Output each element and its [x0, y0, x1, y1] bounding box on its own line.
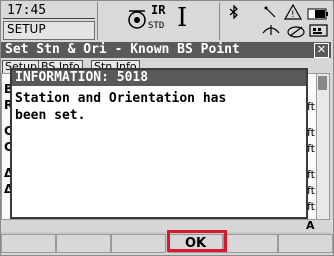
warning-icon: !	[283, 3, 303, 24]
form-unit: ft	[307, 184, 315, 197]
std-label: STD	[148, 21, 165, 31]
mode-indicator: SETUP	[3, 21, 95, 40]
status-divider	[219, 2, 220, 40]
signal-icon	[261, 21, 281, 41]
window-title-bar: Set Stn & Ori - Known BS Point ✕	[1, 42, 331, 58]
clock-underline	[3, 18, 95, 19]
form-unit: ft	[307, 142, 315, 155]
close-button[interactable]: ✕	[314, 43, 329, 58]
keyboard-icon	[309, 23, 329, 42]
softkey-f5[interactable]	[223, 234, 278, 253]
form-unit: ft	[307, 100, 315, 113]
mode-label: SETUP	[7, 22, 46, 36]
form-unit: ft	[307, 126, 315, 139]
form-unit: ft	[307, 168, 315, 181]
svg-text:!: !	[291, 10, 295, 20]
clock: 17:45	[7, 3, 47, 18]
scrollbar-thumb[interactable]	[318, 76, 327, 90]
softkey-f6[interactable]	[278, 234, 333, 253]
window-title: Set Stn & Ori - Known BS Point	[5, 42, 240, 57]
prism-icon	[126, 9, 148, 33]
form-scrollbar[interactable]	[316, 73, 330, 220]
softkey-f1[interactable]	[1, 234, 56, 253]
status-divider	[97, 2, 98, 40]
softkey-f2[interactable]	[56, 234, 111, 253]
ok-highlight	[167, 230, 227, 252]
bluetooth-icon	[229, 4, 239, 23]
information-dialog: INFORMATION: 5018 Station and Orientatio…	[10, 68, 308, 219]
cursor-icon: I	[177, 3, 188, 33]
softkey-bar: OK	[1, 232, 333, 253]
dialog-message: Station and Orientation has been set.	[15, 91, 227, 123]
softkey-f3[interactable]	[111, 234, 166, 253]
battery-icon	[307, 5, 329, 24]
dialog-title-bar: INFORMATION: 5018	[12, 70, 306, 86]
ir-label: IR	[151, 3, 166, 17]
input-mode-indicator: A	[306, 219, 315, 232]
status-bar: 17:45 SETUP IR STD I !	[1, 1, 331, 41]
pen-icon	[286, 23, 306, 42]
form-unit: ft	[307, 200, 315, 213]
dialog-title: INFORMATION: 5018	[15, 70, 149, 85]
